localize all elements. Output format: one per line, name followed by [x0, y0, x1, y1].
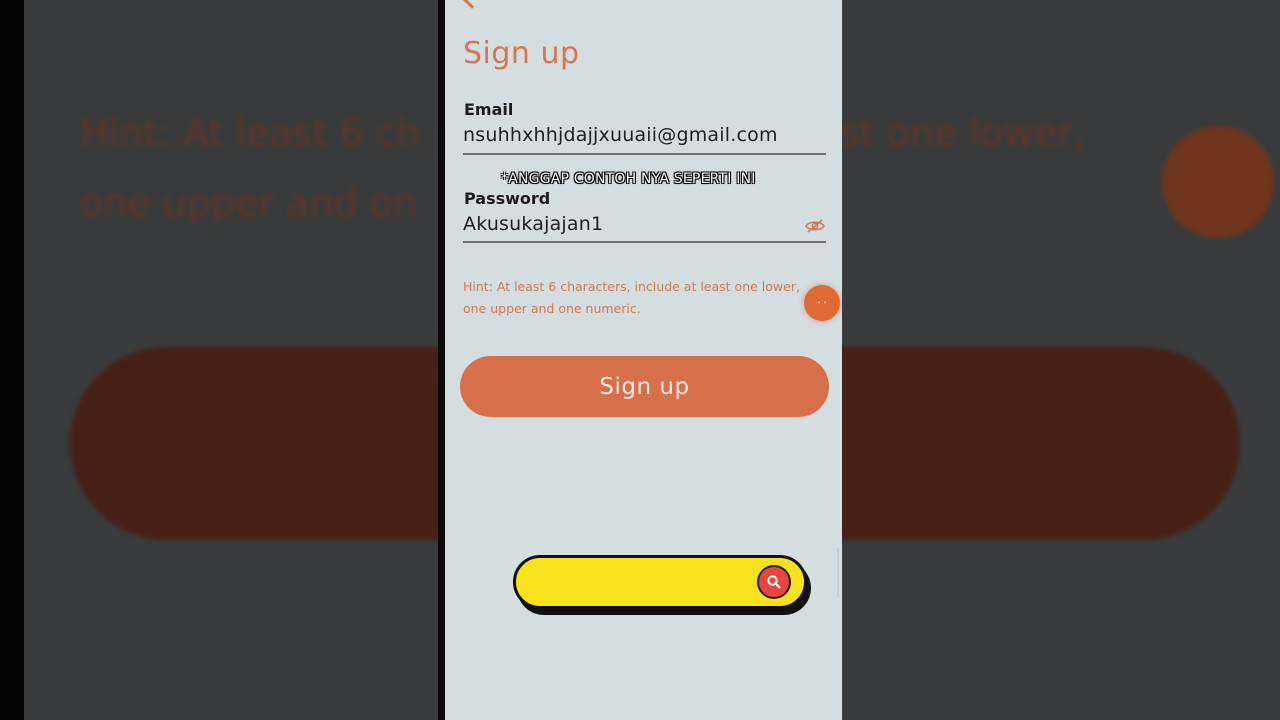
eye-off-icon[interactable]: [805, 218, 825, 234]
floating-bubble[interactable]: • •: [804, 285, 840, 321]
email-underline: [463, 153, 826, 155]
search-icon: [767, 575, 781, 589]
page-title: Sign up: [463, 36, 580, 71]
search-button[interactable]: [757, 565, 791, 599]
video-caption: *ANGGAP CONTOH NYA SEPERTI INI: [501, 171, 756, 187]
scrollbar[interactable]: [837, 548, 839, 598]
video-frame: Hint: At least 6 ch least one lower, one…: [0, 0, 1280, 720]
email-field[interactable]: nsuhhxhhjdajjxuuaii@gmail.com: [463, 124, 778, 146]
signup-button[interactable]: Sign up: [460, 356, 829, 417]
password-hint: Hint: At least 6 characters, include at …: [463, 279, 800, 316]
search-pill[interactable]: [513, 555, 813, 617]
email-label: Email: [464, 100, 514, 119]
password-field[interactable]: Akusukajajan1: [463, 213, 603, 235]
chevron-left-icon[interactable]: [462, 0, 482, 9]
password-label: Password: [464, 189, 551, 208]
phone-screen: Sign up Email nsuhhxhhjdajjxuuaii@gmail.…: [438, 0, 842, 720]
password-underline: [463, 241, 826, 243]
